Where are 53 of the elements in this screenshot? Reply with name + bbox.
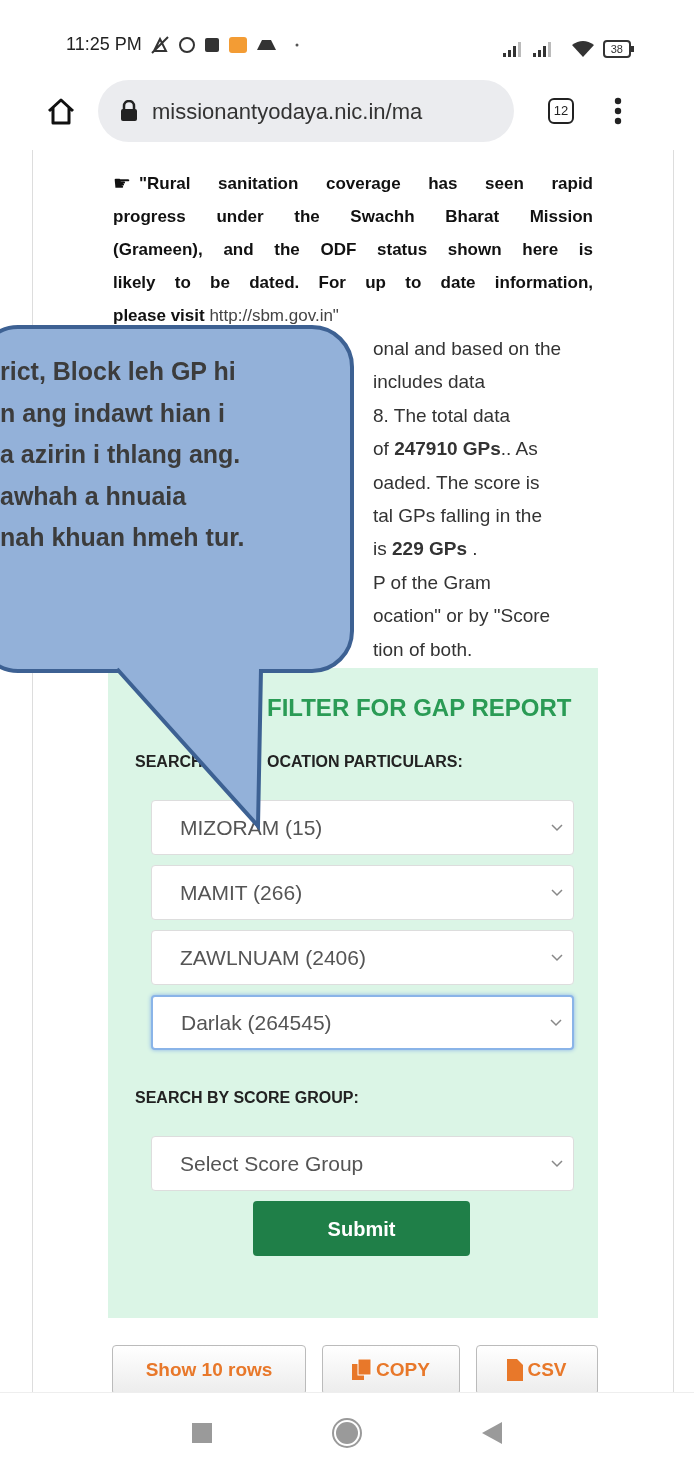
submit-button[interactable]: Submit <box>253 1201 470 1257</box>
home-button[interactable] <box>332 1417 362 1448</box>
body-text: of 247910 GPs.. As <box>373 437 538 462</box>
chevron-down-icon <box>551 888 563 897</box>
app-icon <box>227 35 248 54</box>
back-button[interactable] <box>482 1421 502 1444</box>
menu-icon[interactable] <box>614 97 622 125</box>
wifi-icon <box>570 40 595 58</box>
select-field[interactable]: MAMIT (266) <box>151 865 574 921</box>
select-field[interactable]: Darlak (264545) <box>151 995 574 1051</box>
battery-icon: 38 <box>602 40 634 58</box>
status-time: 11:25 PM <box>66 33 142 56</box>
callout-text: rict, Block leh GP hi <box>0 356 237 387</box>
copy-icon <box>352 1359 373 1382</box>
body-text: P of the Gram <box>373 570 491 595</box>
select-field[interactable]: ZAWLNUAM (2406) <box>151 930 574 986</box>
field-label: OCATION PARTICULARS: <box>267 752 463 773</box>
lock-icon <box>120 100 138 122</box>
notification-icon <box>203 36 220 53</box>
body-text: tal GPs falling in the <box>373 504 542 529</box>
callout-text: nah khuan hmeh tur. <box>0 522 246 554</box>
chevron-down-icon <box>551 953 563 962</box>
address-bar[interactable]: missionantyodaya.nic.in/ma <box>98 80 514 142</box>
tab-count-button[interactable]: 12 <box>548 98 574 124</box>
file-icon <box>507 1359 524 1382</box>
notice-text: progress under the Swachh Bharat Mission <box>113 206 593 228</box>
body-text: onal and based on the <box>373 337 562 361</box>
pointing-hand-icon: ☛ <box>113 167 131 200</box>
alarm-icon <box>177 35 196 54</box>
notice-text: please visit http://sbm.gov.in" <box>113 305 340 327</box>
recents-button[interactable] <box>192 1422 212 1443</box>
panel-title: FILTER FOR GAP REPORT <box>266 693 573 724</box>
notice-text: (Grameen), and the ODF status shown here is <box>113 239 593 261</box>
body-text: is 229 GPs . <box>373 537 478 562</box>
home-icon[interactable] <box>46 97 76 125</box>
callout-text: a azirin i thlang ang. <box>0 439 242 471</box>
chevron-down-icon <box>551 1159 563 1168</box>
body-text: includes data <box>373 370 485 395</box>
callout-text: n ang indawt hian i <box>0 397 226 429</box>
notice-text: "Rural sanitation coverage has seen rapid <box>139 173 593 195</box>
body-text: 8. The total data <box>373 403 510 428</box>
body-text: oaded. The score is <box>373 470 540 495</box>
callout-text: awhah a hnuaia <box>0 480 188 512</box>
field-label: SEARCH BY SCORE GROUP: <box>134 1088 360 1109</box>
notice-text: likely to be dated. For up to date information, <box>113 272 593 294</box>
body-text: tion of both. <box>373 637 473 662</box>
muted-bell-icon <box>149 34 170 55</box>
chevron-down-icon <box>551 823 563 832</box>
select-field[interactable]: MIZORAM (15) <box>151 800 574 856</box>
body-text: ocation" or by "Score <box>373 604 551 629</box>
chevron-down-icon <box>550 1018 562 1027</box>
select-field[interactable]: Select Score Group <box>151 1136 574 1192</box>
dot-icon <box>294 42 299 47</box>
